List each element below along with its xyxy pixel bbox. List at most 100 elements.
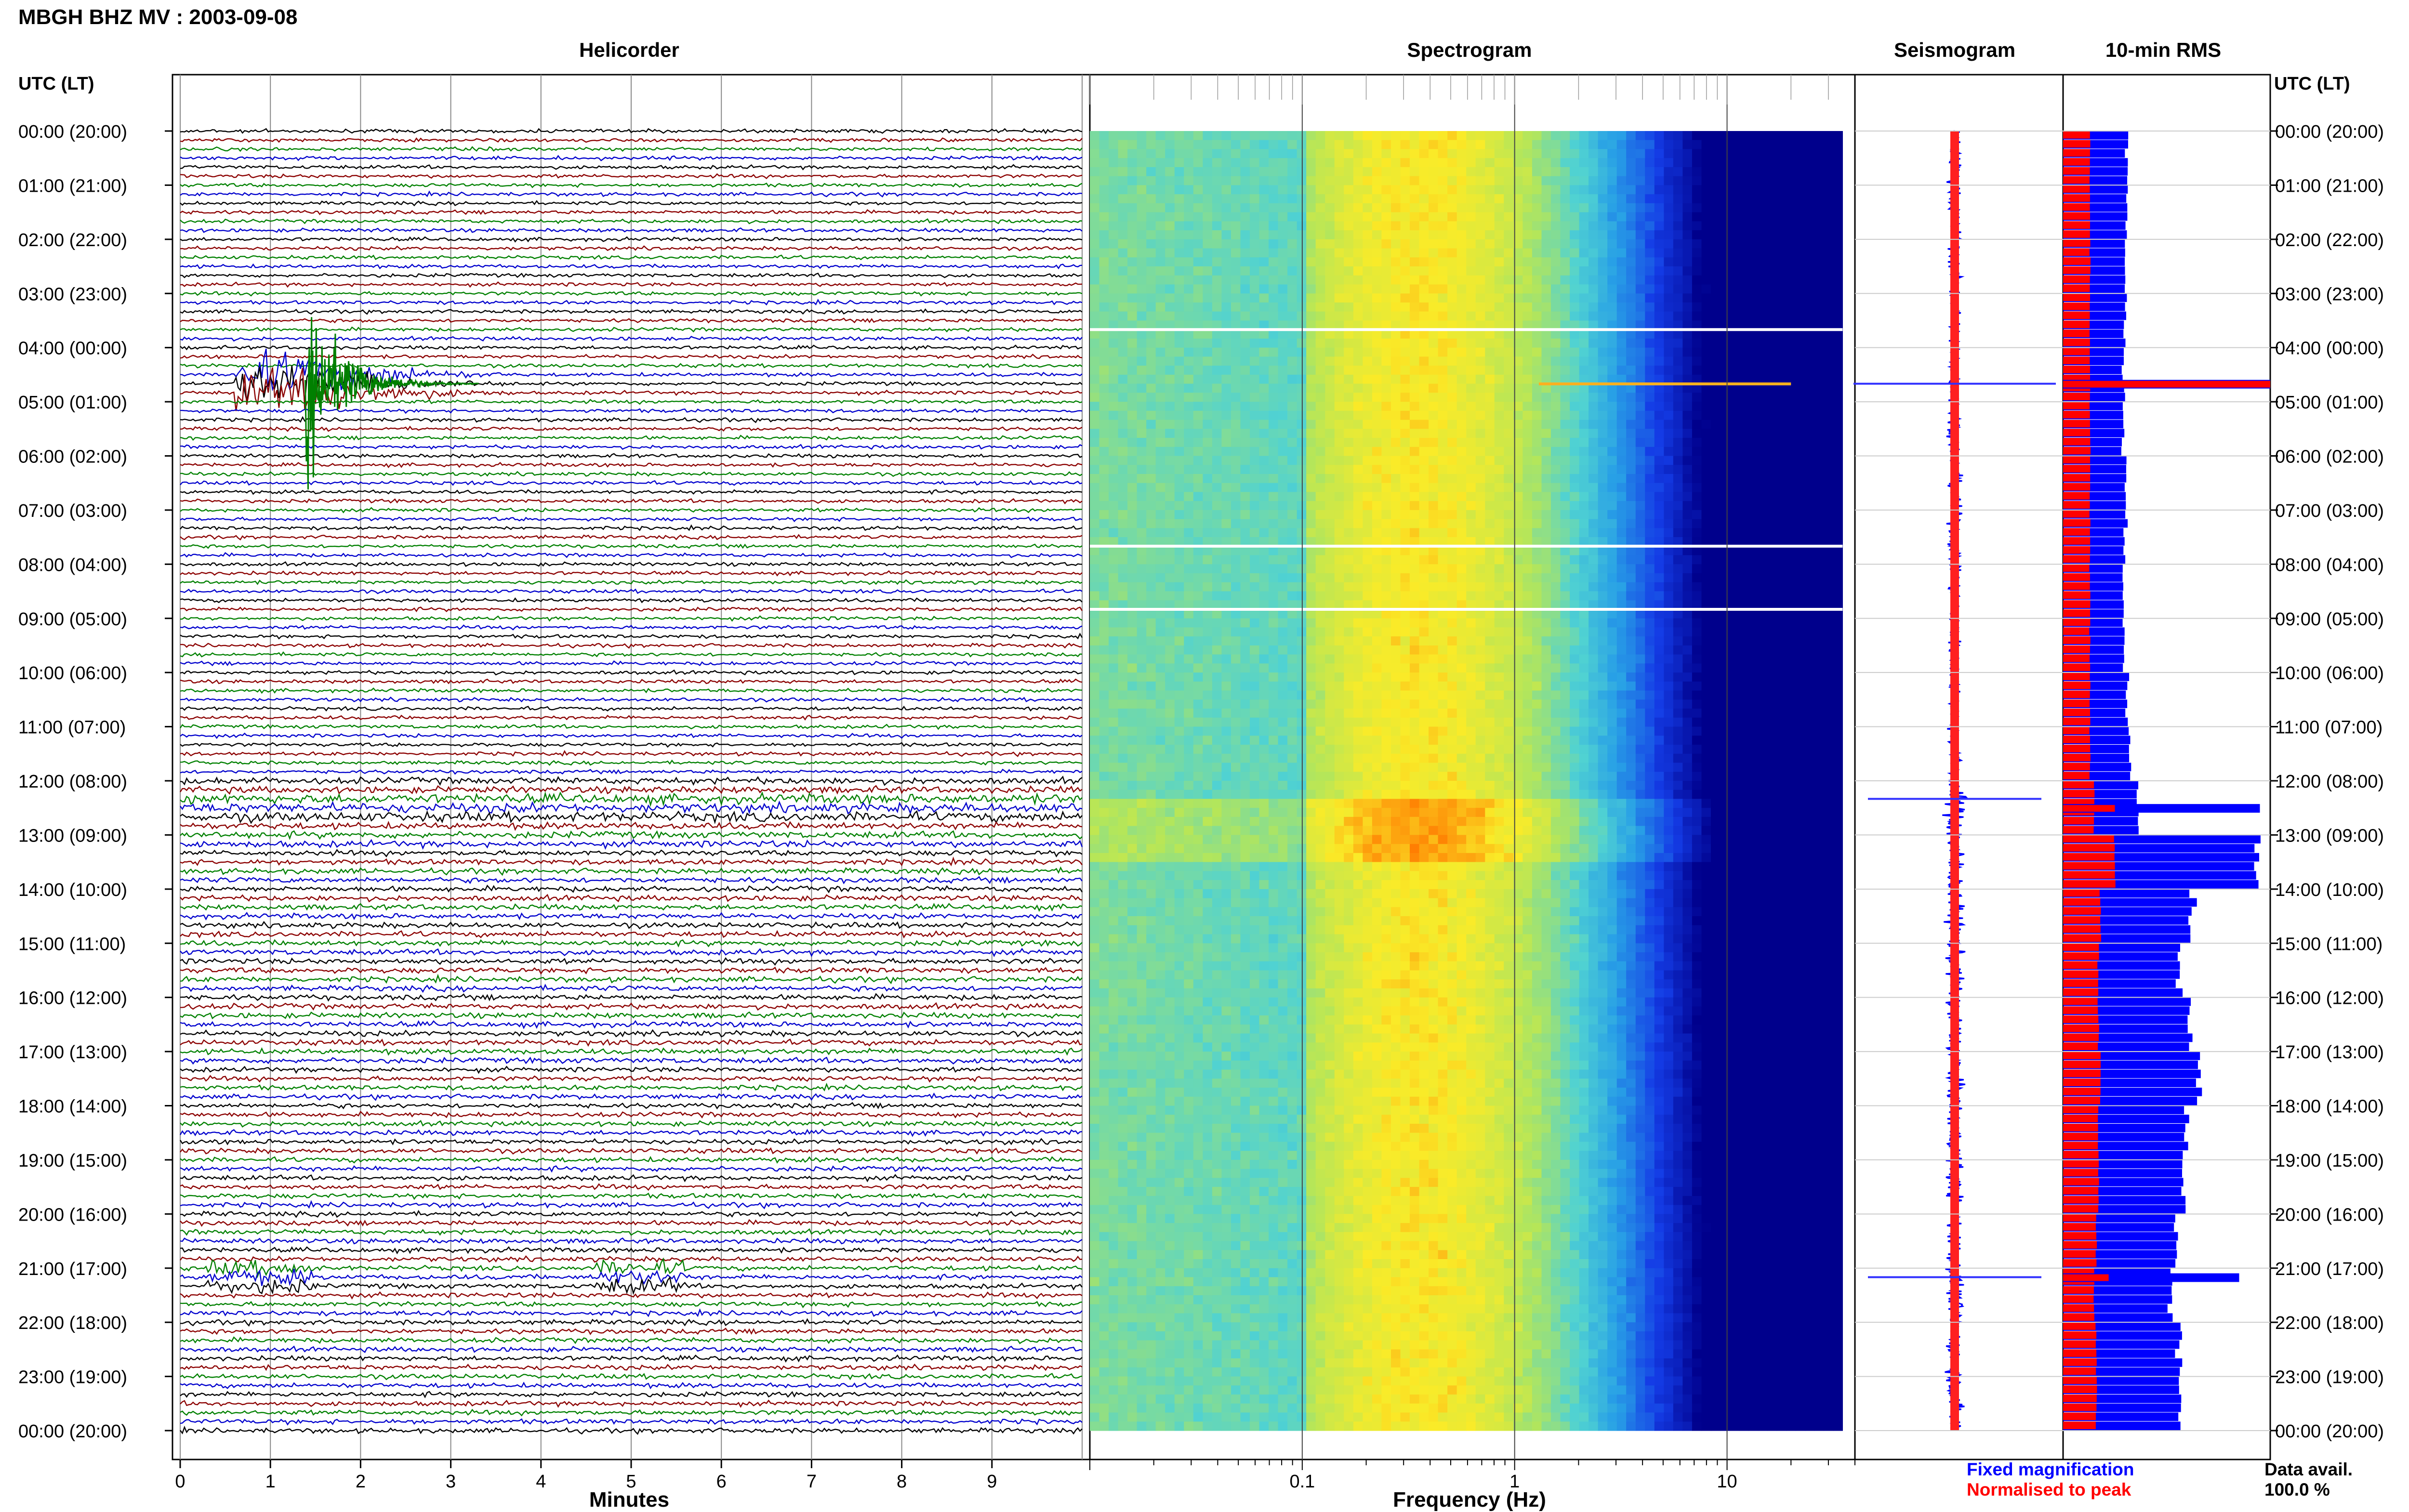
spectrogram-cell [1184,410,1194,421]
spectrogram-cell [1212,203,1222,213]
spectrogram-cell [1466,429,1476,438]
spectrogram-cell [1410,528,1420,538]
spectrogram-cell [1654,393,1664,402]
spectrogram-cell [1381,383,1391,393]
spectrogram-cell [1146,311,1156,321]
spectrogram-cell [1099,302,1109,312]
spectrogram-cell [1363,230,1373,240]
spectrogram-cell [1250,492,1260,501]
spectrogram-cell [1429,510,1439,520]
spectrogram-cell [1447,185,1457,195]
spectrogram-cell [1325,465,1335,474]
spectrogram-cell [1250,636,1260,646]
spectrogram-cell [1720,654,1730,664]
spectrogram-cell [1372,338,1382,348]
spectrogram-cell [1090,284,1100,294]
spectrogram-cell [1692,528,1702,538]
spectrogram-cell [1532,528,1542,538]
spectrogram-cell [1315,627,1325,637]
spectrogram-cell [1664,465,1674,474]
spectrogram-cell [1711,564,1721,574]
spectrogram-cell [1410,266,1420,276]
spectrogram-cell [1654,347,1664,357]
spectrogram-cell [1109,131,1119,141]
spectrogram-cell [1203,591,1213,601]
spectrogram-cell [1250,410,1260,421]
spectrogram-cell [1363,510,1373,520]
spectrogram-cell [1560,645,1570,655]
spectrogram-cell [1485,293,1495,303]
spectrogram-cell [1099,636,1109,646]
spectrogram-cell [1532,492,1542,501]
spectrogram-cell [1682,347,1693,357]
spectrogram-cell [1137,410,1147,421]
spectrogram-cell [1494,492,1504,501]
spectrogram-cell [1278,149,1288,158]
spectrogram-cell [1522,311,1533,321]
spectrogram-cell [1607,185,1617,195]
spectrogram-cell [1109,275,1119,285]
spectrogram-cell [1231,131,1241,141]
spectrogram-cell [1438,510,1448,520]
spectrogram-cell [1570,302,1580,312]
spectrogram-cell [1711,483,1721,492]
spectrogram-cell [1306,591,1316,601]
spectrogram-cell [1532,302,1542,312]
spectrogram-cell [1664,555,1674,565]
spectrogram-cell [1616,203,1627,213]
spectrogram-cell [1541,266,1551,276]
spectrogram-cell [1127,230,1138,240]
spectrogram-cell [1193,591,1203,601]
spectrogram-cell [1692,645,1702,655]
spectrogram-cell [1259,221,1269,231]
spectrogram-cell [1824,383,1834,393]
spectrogram-cell [1240,338,1250,348]
spectrogram-cell [1400,438,1410,447]
spectrogram-cell [1635,131,1645,141]
spectrogram-cell [1174,410,1184,421]
spectrogram-cell [1673,564,1683,574]
spectrogram-cell [1231,564,1241,574]
spectrogram-cell [1400,248,1410,258]
spectrogram-cell [1692,402,1702,411]
spectrogram-cell [1118,167,1128,177]
spectrogram-cell [1541,167,1551,177]
spectrogram-cell [1720,149,1730,158]
spectrogram-cell [1607,257,1617,267]
spectrogram-cell [1795,347,1805,357]
spectrogram-cell [1466,239,1476,249]
spectrogram-cell [1654,501,1664,511]
spectrogram-cell [1824,158,1834,168]
spectrogram-cell [1767,176,1777,185]
spectrogram-cell [1654,663,1664,673]
spectrogram-cell [1090,275,1100,285]
spectrogram-cell [1541,510,1551,520]
spectrogram-cell [1664,456,1674,465]
spectrogram-cell [1400,140,1410,149]
spectrogram-cell [1269,221,1279,231]
spectrogram-cell [1334,239,1344,249]
spectrogram-cell [1711,275,1721,285]
spectrogram-cell [1701,591,1711,601]
spectrogram-cell [1315,420,1325,429]
spectrogram-cell [1739,347,1749,357]
spectrogram-cell [1240,654,1250,664]
spectrogram-cell [1635,636,1645,646]
spectrogram-cell [1824,429,1834,438]
spectrogram-cell [1626,158,1636,168]
spectrogram-cell [1767,203,1777,213]
spectrogram-cell [1711,338,1721,348]
spectrogram-cell [1532,221,1542,231]
spectrogram-cell [1184,618,1194,628]
spectrogram-cell [1504,194,1514,204]
spectrogram-cell [1475,338,1485,348]
spectrogram-cell [1400,564,1410,574]
spectrogram-cell [1504,356,1514,366]
spectrogram-cell [1607,131,1617,141]
spectrogram-cell [1090,465,1100,474]
spectrogram-cell [1287,564,1297,574]
spectrogram-cell [1109,302,1119,312]
spectrogram-cell [1579,356,1589,366]
spectrogram-cell [1212,176,1222,185]
spectrogram-cell [1231,555,1241,565]
